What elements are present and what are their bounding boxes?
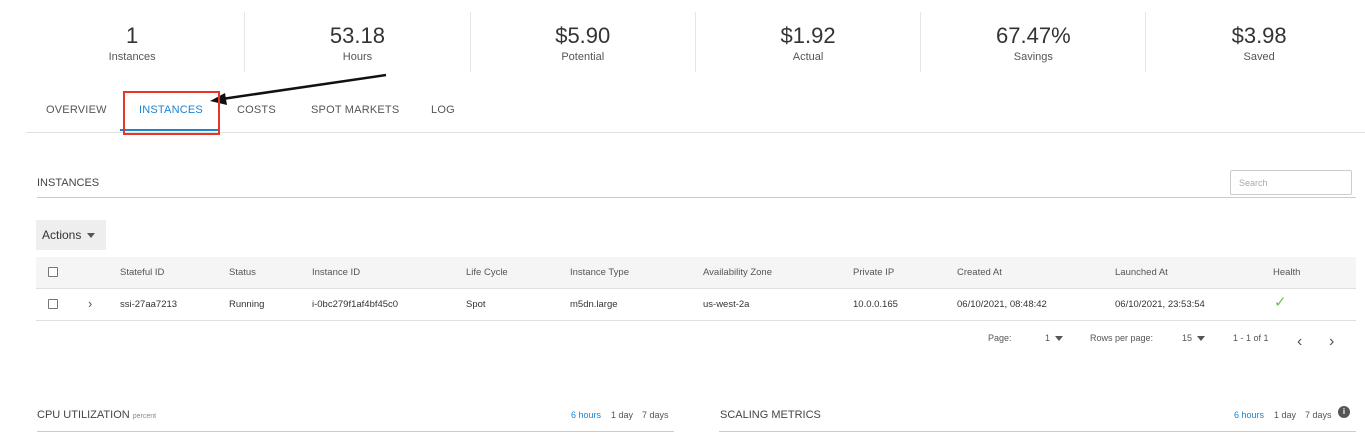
- stat-value: 53.18: [329, 23, 385, 48]
- page-select[interactable]: 1: [1045, 333, 1064, 343]
- column-header[interactable]: Availability Zone: [703, 257, 772, 289]
- stat-label: Potential: [561, 51, 605, 63]
- section-title: INSTANCES: [37, 177, 100, 189]
- cell-launched-at: 06/10/2021, 23:53:54: [1115, 299, 1205, 310]
- column-header[interactable]: Private IP: [853, 257, 894, 289]
- tab-log[interactable]: LOG: [431, 104, 455, 116]
- stat-label: Hours: [342, 51, 373, 63]
- page-label: Page:: [988, 333, 1012, 343]
- caret-down-icon: [1197, 336, 1206, 342]
- cpu-range-6h[interactable]: 6 hours: [571, 410, 601, 420]
- column-header[interactable]: Instance Type: [570, 257, 629, 289]
- stat-label: Savings: [1013, 51, 1053, 63]
- cpu-unit: percent: [132, 413, 157, 420]
- table-row[interactable]: › ssi-27aa7213 Running i-0bc279f1af4bf45…: [36, 289, 1356, 321]
- cell-stateful-id: ssi-27aa7213: [120, 299, 178, 310]
- cell-availability-zone: us-west-2a: [703, 299, 750, 310]
- stat-value: $5.90: [555, 23, 611, 48]
- stat-value: 1: [126, 23, 139, 48]
- stat-savings: 67.47% Savings: [921, 12, 1147, 72]
- tab-spot-markets[interactable]: SPOT MARKETS: [311, 104, 399, 116]
- tab-bar: OVERVIEW INSTANCES COSTS SPOT MARKETS LO…: [26, 90, 1365, 133]
- caret-down-icon: [87, 233, 96, 239]
- next-page-icon[interactable]: ›: [1329, 334, 1334, 350]
- search-input[interactable]: [1230, 170, 1352, 195]
- column-header[interactable]: Status: [229, 257, 256, 289]
- column-header[interactable]: Created At: [957, 257, 1002, 289]
- table-header: Stateful ID Status Instance ID Life Cycl…: [36, 257, 1356, 289]
- stat-value: 67.47%: [996, 23, 1071, 48]
- stat-instances: 1 Instances: [20, 12, 246, 72]
- stat-actual: $1.92 Actual: [696, 12, 922, 72]
- scaling-range-6h[interactable]: 6 hours: [1234, 410, 1264, 420]
- actions-label: Actions: [42, 228, 82, 242]
- stat-hours: 53.18 Hours: [245, 12, 471, 72]
- column-header[interactable]: Health: [1273, 257, 1300, 289]
- cpu-divider: [37, 431, 674, 432]
- stat-potential: $5.90 Potential: [471, 12, 696, 72]
- caret-down-icon: [1055, 336, 1064, 342]
- stats-bar: 1 Instances 53.18 Hours $5.90 Potential …: [20, 12, 1365, 72]
- rows-per-page-select[interactable]: 15: [1182, 333, 1206, 343]
- scaling-range-1d[interactable]: 1 day: [1274, 410, 1296, 420]
- tab-costs[interactable]: COSTS: [237, 104, 276, 116]
- tab-overview[interactable]: OVERVIEW: [46, 104, 107, 116]
- column-header[interactable]: Launched At: [1115, 257, 1168, 289]
- stat-saved: $3.98 Saved: [1146, 12, 1365, 72]
- scaling-divider: [719, 431, 1356, 432]
- column-header[interactable]: Stateful ID: [120, 257, 164, 289]
- pagination-range: 1 - 1 of 1: [1233, 333, 1269, 343]
- cell-created-at: 06/10/2021, 08:48:42: [957, 299, 1047, 310]
- chevron-right-icon[interactable]: ›: [88, 289, 92, 319]
- prev-page-icon[interactable]: ‹: [1297, 334, 1302, 350]
- cpu-range-7d[interactable]: 7 days: [642, 410, 669, 420]
- rows-per-page-label: Rows per page:: [1090, 333, 1154, 343]
- stat-value: $3.98: [1231, 23, 1287, 48]
- cell-life-cycle: Spot: [466, 299, 486, 310]
- stat-label: Instances: [108, 51, 156, 63]
- cell-private-ip: 10.0.0.165: [853, 299, 898, 310]
- actions-button[interactable]: Actions: [36, 220, 106, 250]
- check-icon: ✓: [1274, 294, 1287, 311]
- column-header[interactable]: Life Cycle: [466, 257, 508, 289]
- info-icon[interactable]: i: [1338, 406, 1350, 418]
- page-value: 1: [1045, 333, 1051, 343]
- row-checkbox[interactable]: [48, 299, 58, 309]
- stat-label: Actual: [792, 51, 824, 63]
- stat-label: Saved: [1243, 51, 1275, 63]
- cpu-utilization-title: CPU UTILIZATION percent: [37, 409, 156, 421]
- scaling-metrics-title: SCALING METRICS: [720, 409, 821, 421]
- highlight-box: [123, 91, 220, 135]
- cell-instance-id: i-0bc279f1af4bf45c0: [312, 299, 399, 310]
- section-divider: [37, 197, 1356, 198]
- scaling-range-7d[interactable]: 7 days: [1305, 410, 1332, 420]
- cpu-title-text: CPU UTILIZATION: [37, 409, 130, 421]
- cell-instance-type: m5dn.large: [570, 299, 618, 310]
- select-all-checkbox[interactable]: [48, 267, 58, 277]
- rows-per-page-value: 15: [1182, 333, 1193, 343]
- stat-value: $1.92: [780, 23, 836, 48]
- cpu-range-1d[interactable]: 1 day: [611, 410, 633, 420]
- cell-status: Running: [229, 299, 265, 310]
- column-header[interactable]: Instance ID: [312, 257, 360, 289]
